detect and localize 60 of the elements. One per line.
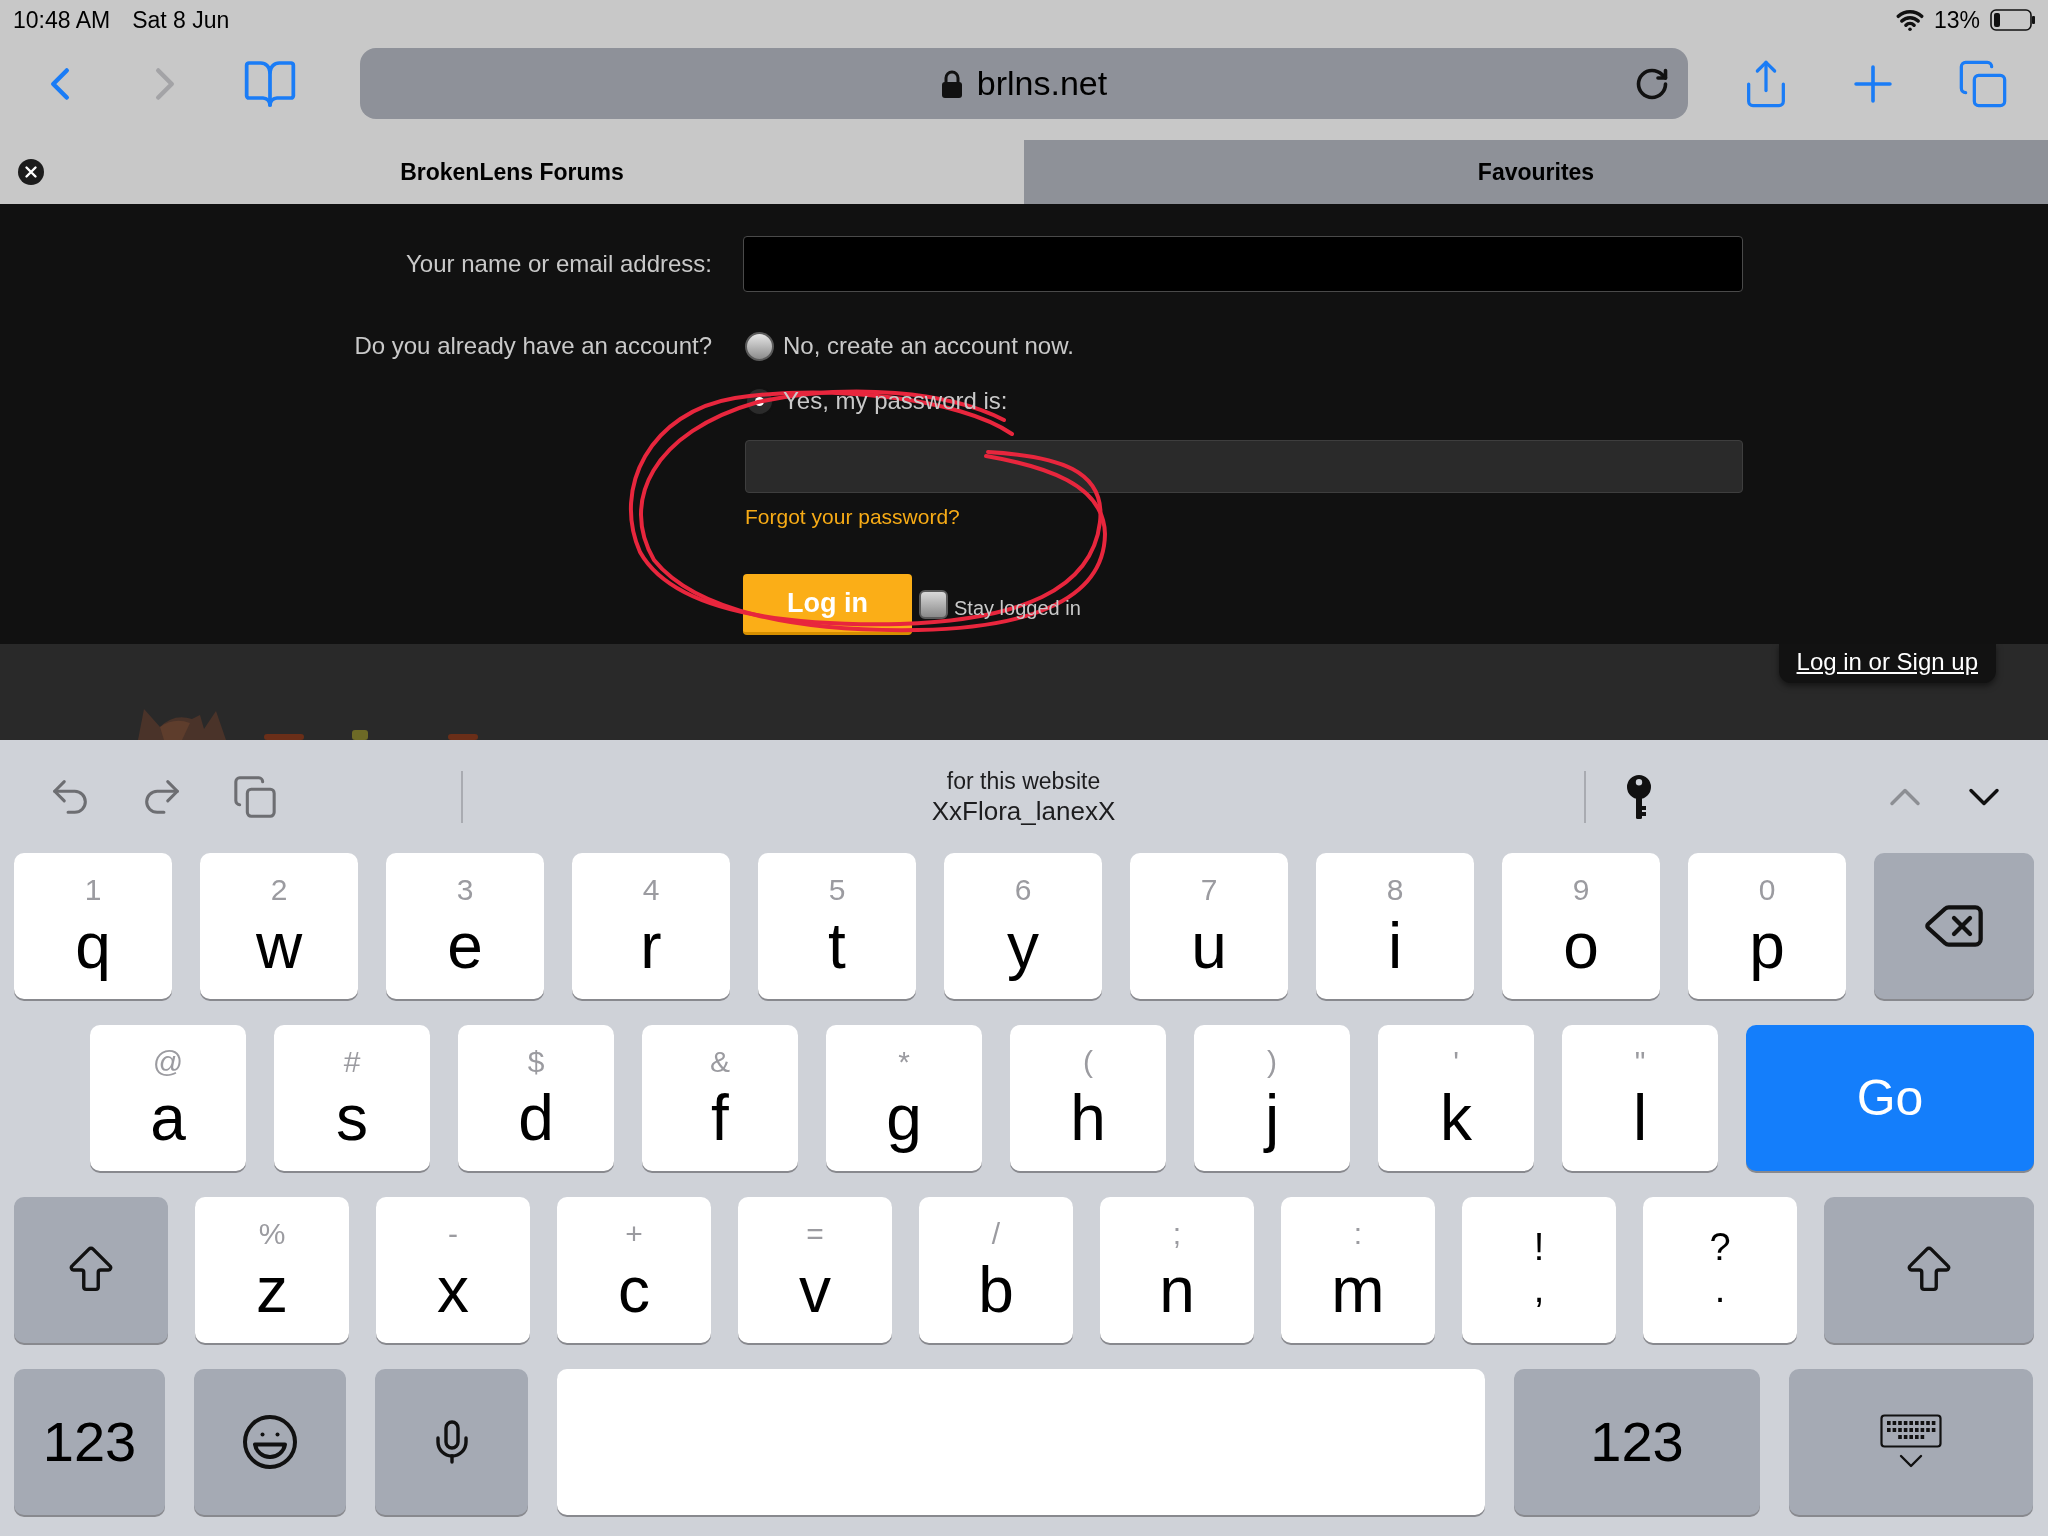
radio-label: No, create an account now. xyxy=(783,331,1074,361)
emoji-key[interactable] xyxy=(194,1369,346,1515)
numbers-key[interactable]: 123 xyxy=(1514,1369,1760,1515)
letter-key[interactable]: 8 i xyxy=(1316,853,1474,999)
letter-key[interactable]: 0 p xyxy=(1688,853,1846,999)
field-label: Do you already have an account? xyxy=(354,331,712,361)
letter-key[interactable]: 1 q xyxy=(14,853,172,999)
letter-key[interactable]: 7 u xyxy=(1130,853,1288,999)
url-text: brlns.net xyxy=(976,63,1108,104)
battery-icon xyxy=(1990,9,2036,31)
dictation-key[interactable] xyxy=(375,1369,528,1515)
copy-icon xyxy=(232,773,278,820)
hide-keyboard-key[interactable] xyxy=(1789,1369,2033,1515)
letter-key[interactable]: ) j xyxy=(1194,1025,1350,1171)
status-date: Sat 8 Jun xyxy=(132,5,230,35)
letter-key[interactable]: ; n xyxy=(1100,1197,1254,1343)
letter-key[interactable]: 4 r xyxy=(572,853,730,999)
password-suggestion[interactable]: for this website XxFlora_lanexX xyxy=(931,766,1116,827)
letter-key[interactable]: 2 w xyxy=(200,853,358,999)
radio-button[interactable] xyxy=(745,331,774,361)
browser-tab[interactable]: Favourites xyxy=(1024,140,2048,204)
letter-key[interactable]: - x xyxy=(376,1197,530,1343)
shift-key[interactable] xyxy=(14,1197,168,1343)
status-time: 10:48 AM xyxy=(13,5,111,35)
address-bar[interactable]: brlns.net xyxy=(360,48,1688,119)
letter-key[interactable]: ' k xyxy=(1378,1025,1534,1171)
field-label: Your name or email address: xyxy=(406,249,712,279)
name-input-field[interactable] xyxy=(743,236,1743,292)
forgot-password-link[interactable]: Forgot your password? xyxy=(745,505,960,529)
delete-key[interactable] xyxy=(1874,853,2034,999)
letter-key[interactable]: & f xyxy=(642,1025,798,1171)
login-signup-link[interactable]: Log in or Sign up xyxy=(1778,644,1996,683)
letter-key[interactable]: " l xyxy=(1562,1025,1718,1171)
close-tab-button[interactable] xyxy=(18,159,44,185)
letter-key[interactable]: 9 o xyxy=(1502,853,1660,999)
go-key[interactable]: Go xyxy=(1746,1025,2034,1171)
letter-key[interactable]: : m xyxy=(1281,1197,1435,1343)
letter-key[interactable]: ( h xyxy=(1010,1025,1166,1171)
letter-key[interactable]: 6 y xyxy=(944,853,1102,999)
letter-key[interactable]: $ d xyxy=(458,1025,614,1171)
smiley-icon xyxy=(240,1412,300,1472)
letter-key[interactable]: % z xyxy=(195,1197,349,1343)
checkbox[interactable] xyxy=(919,590,948,619)
letter-key[interactable]: 5 t xyxy=(758,853,916,999)
lock-icon xyxy=(940,68,963,99)
letter-key[interactable]: / b xyxy=(919,1197,1073,1343)
numbers-key[interactable]: 123 xyxy=(14,1369,165,1515)
key-icon xyxy=(1626,773,1652,820)
letter-key[interactable]: * g xyxy=(826,1025,982,1171)
password-input-field[interactable] xyxy=(745,440,1743,493)
letter-key[interactable]: = v xyxy=(738,1197,892,1343)
letter-key[interactable]: # s xyxy=(274,1025,430,1171)
letter-key[interactable]: + c xyxy=(557,1197,711,1343)
punctuation-key[interactable]: ! , xyxy=(1462,1197,1616,1343)
letter-key[interactable]: @ a xyxy=(90,1025,246,1171)
keyboard-chevron-icon xyxy=(1880,1414,1942,1470)
punctuation-key[interactable]: ? . xyxy=(1643,1197,1797,1343)
close-icon xyxy=(18,159,44,185)
letter-key[interactable]: 3 e xyxy=(386,853,544,999)
battery-percentage: 13% xyxy=(1933,5,1980,35)
